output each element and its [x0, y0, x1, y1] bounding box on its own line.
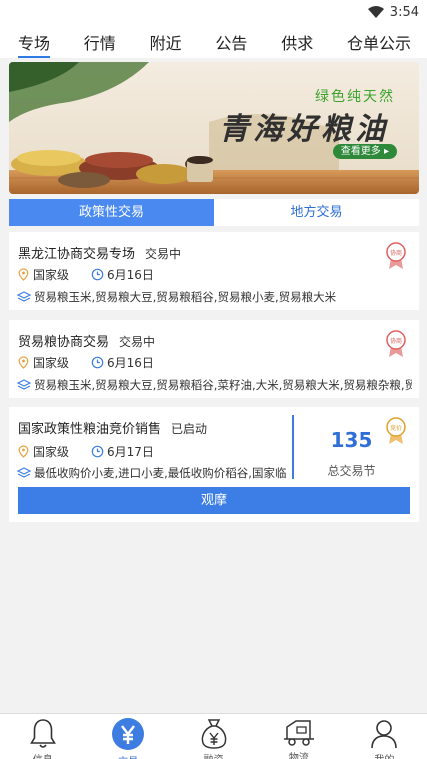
trade-card-title: 黑龙江协商交易专场 交易中 — [18, 243, 181, 262]
badge-text: 协商 — [390, 249, 402, 257]
trade-card[interactable]: 贸易粮协商交易 交易中 国家级 6月16日 贸易粮玉米,贸易粮大豆,贸易粮稻谷,菜… — [9, 320, 419, 398]
tab-notice[interactable]: 公告 — [215, 30, 247, 58]
trade-goods-list: 最低收购价小麦,进口小麦,最低收购价稻谷,国家临 — [34, 466, 287, 480]
status-bar: 3:54 — [0, 0, 427, 24]
trade-goods: 最低收购价小麦,进口小麦,最低收购价稻谷,国家临 — [17, 465, 289, 481]
tab-local-trade[interactable]: 地方交易 — [214, 199, 419, 226]
yuan-icon — [112, 718, 145, 750]
location-pin-icon — [18, 356, 29, 369]
layers-icon — [17, 467, 31, 478]
bottom-nav: 信息 交易 融资 物流 我的 — [0, 713, 427, 759]
trade-level: 国家级 — [33, 445, 70, 459]
banner-headline: 青海好粮油 — [219, 112, 389, 147]
trade-goods: 贸易粮玉米,贸易粮大豆,贸易粮稻谷,贸易粮小麦,贸易粮大米 — [17, 289, 412, 305]
trade-date: 6月16日 — [107, 268, 154, 282]
clock-icon — [91, 268, 104, 281]
view-more-label: 查看更多 — [340, 146, 381, 157]
badge-text: 竞价 — [390, 424, 402, 432]
badge-text: 协商 — [390, 337, 402, 345]
nav-profile[interactable]: 我的 — [342, 714, 427, 759]
status-time: 3:54 — [389, 4, 419, 20]
nav-finance[interactable]: 融资 — [171, 714, 256, 759]
wifi-icon — [367, 6, 384, 18]
nav-label: 融资 — [204, 751, 224, 759]
trade-date: 6月17日 — [107, 445, 154, 459]
trade-state: 交易中 — [145, 247, 182, 261]
layers-icon — [17, 291, 31, 302]
observe-button[interactable]: 观摩 — [18, 487, 410, 514]
tab-policy-trade[interactable]: 政策性交易 — [9, 199, 214, 226]
negotiation-badge-icon: 协商 — [386, 330, 406, 357]
location-pin-icon — [18, 268, 29, 281]
trade-goods-list: 贸易粮玉米,贸易粮大豆,贸易粮稻谷,贸易粮小麦,贸易粮大米 — [34, 290, 337, 304]
trade-meta: 国家级 6月17日 — [17, 443, 154, 460]
trade-meta: 国家级 6月16日 — [17, 266, 154, 283]
promo-banner[interactable]: 绿色纯天然 青海好粮油 查看更多 ▸ — [9, 62, 419, 194]
trade-goods: 贸易粮玉米,贸易粮大豆,贸易粮稻谷,菜籽油,大米,贸易粮大米,贸易粮杂粮,贸 — [17, 377, 412, 393]
trade-level: 国家级 — [33, 356, 70, 370]
trade-goods-list: 贸易粮玉米,贸易粮大豆,贸易粮稻谷,菜籽油,大米,贸易粮大米,贸易粮杂粮,贸 — [34, 378, 412, 392]
trade-type-toggle: 政策性交易 地方交易 — [9, 199, 419, 226]
trade-level: 国家级 — [33, 268, 70, 282]
nav-label: 物流 — [288, 753, 309, 759]
trade-state: 交易中 — [119, 335, 156, 349]
trade-card[interactable]: 黑龙江协商交易专场 交易中 国家级 6月16日 贸易粮玉米,贸易粮大豆,贸易粮稻谷… — [9, 232, 419, 310]
auction-badge-icon: 竞价 — [386, 417, 406, 444]
user-icon — [371, 720, 398, 749]
trade-date: 6月16日 — [107, 356, 154, 370]
layers-icon — [17, 379, 31, 390]
trade-card-title: 贸易粮协商交易 交易中 — [18, 331, 155, 350]
clock-icon — [91, 356, 104, 369]
nav-logistics[interactable]: 物流 — [256, 714, 341, 759]
truck-icon — [283, 720, 314, 746]
trade-title: 贸易粮协商交易 — [18, 335, 110, 350]
tab-market[interactable]: 行情 — [84, 30, 116, 58]
nav-info[interactable]: 信息 — [0, 714, 85, 759]
location-pin-icon — [18, 445, 29, 458]
trade-meta: 国家级 6月16日 — [17, 354, 154, 371]
nav-trade[interactable]: 交易 — [85, 714, 170, 759]
tab-supply-demand[interactable]: 供求 — [281, 30, 313, 58]
trade-state: 已启动 — [171, 422, 208, 436]
tab-special[interactable]: 专场 — [18, 30, 51, 58]
money-bag-icon — [201, 719, 226, 749]
trade-card-title: 国家政策性粮油竞价销售 已启动 — [18, 418, 207, 437]
nav-label: 我的 — [374, 751, 394, 759]
trade-title: 黑龙江协商交易专场 — [18, 247, 136, 262]
nav-label: 信息 — [33, 751, 53, 759]
tab-warehouse-receipt[interactable]: 仓单公示 — [347, 30, 411, 58]
session-count-label: 总交易节 — [327, 464, 376, 478]
category-tabs: 专场 行情 附近 公告 供求 仓单公示 — [0, 24, 427, 58]
trade-card[interactable]: 国家政策性粮油竞价销售 已启动 国家级 6月17日 最低收购价小麦,进口小麦,最低… — [9, 407, 419, 522]
view-more-button[interactable]: 查看更多 ▸ — [332, 144, 397, 159]
negotiation-badge-icon: 协商 — [386, 242, 406, 269]
clock-icon — [91, 445, 104, 458]
bell-icon — [29, 719, 56, 748]
banner-slogan: 绿色纯天然 — [315, 89, 395, 105]
trade-title: 国家政策性粮油竞价销售 — [18, 422, 162, 437]
nav-label: 交易 — [118, 753, 138, 759]
tab-nearby[interactable]: 附近 — [150, 30, 182, 58]
